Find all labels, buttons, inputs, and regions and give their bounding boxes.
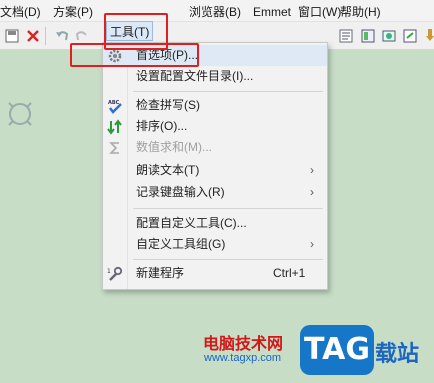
menu-item-label: 检查拼写(S) bbox=[136, 98, 200, 112]
menu-item-record-keyboard[interactable]: 记录键盘输入(R) › bbox=[103, 182, 327, 203]
submenu-arrow-icon: › bbox=[310, 163, 314, 177]
pin-icon[interactable] bbox=[422, 28, 434, 44]
menu-item-read-text[interactable]: 朗读文本(T) › bbox=[103, 160, 327, 181]
watermark-url: www.tagxp.com bbox=[204, 352, 282, 364]
menu-item-config-custom-tools[interactable]: 配置自定义工具(C)... bbox=[103, 213, 327, 234]
menu-item-label: 新建程序 bbox=[136, 266, 185, 280]
browser-icon[interactable] bbox=[381, 28, 397, 44]
menu-separator bbox=[133, 259, 323, 260]
redo-icon[interactable] bbox=[74, 28, 90, 44]
menu-item-label: 排序(O)... bbox=[136, 119, 188, 133]
menu-item-label: 数值求和(M)... bbox=[136, 140, 212, 154]
watermark-site-name: 电脑技术网 bbox=[203, 336, 284, 353]
menu-item-label: 朗读文本(T) bbox=[136, 163, 200, 177]
menu-item-label: 记录键盘输入(R) bbox=[136, 185, 225, 199]
menu-item-spellcheck[interactable]: ABC 检查拼写(S) bbox=[103, 95, 327, 116]
svg-text:1: 1 bbox=[107, 268, 111, 275]
menu-separator bbox=[133, 208, 323, 209]
tools-dropdown-menu: 首选项(P)... 设置配置文件目录(I)... ABC 检查拼写(S) 排序(… bbox=[102, 42, 328, 290]
menu-item-sort[interactable]: 排序(O)... bbox=[103, 116, 327, 137]
menu-window[interactable]: 窗口(W) bbox=[298, 4, 341, 20]
sum-icon bbox=[109, 142, 119, 154]
menu-item-label: 配置自定义工具(C)... bbox=[136, 216, 247, 230]
submenu-arrow-icon: › bbox=[310, 237, 314, 251]
watermark-logo-suffix: 载站 bbox=[375, 341, 420, 366]
toolbar-divider bbox=[45, 27, 46, 45]
spellcheck-icon: ABC bbox=[108, 100, 122, 114]
menu-item-config-directory[interactable]: 设置配置文件目录(I)... bbox=[103, 66, 327, 87]
crosshair-circle-icon bbox=[8, 102, 32, 126]
menu-item-label: 自定义工具组(G) bbox=[136, 237, 226, 251]
close-icon[interactable] bbox=[25, 28, 41, 44]
menu-help[interactable]: 帮助(H) bbox=[340, 4, 381, 20]
annotation-box-preferences bbox=[70, 43, 199, 67]
menu-item-new-program[interactable]: 1 新建程序 Ctrl+1 bbox=[103, 263, 327, 284]
menu-item-custom-tool-group[interactable]: 自定义工具组(G) › bbox=[103, 234, 327, 255]
submenu-arrow-icon: › bbox=[310, 185, 314, 199]
menu-scheme[interactable]: 方案(P) bbox=[53, 4, 93, 20]
tag-logo: TAG bbox=[300, 325, 374, 375]
sort-icon bbox=[107, 119, 122, 135]
menu-item-shortcut: Ctrl+1 bbox=[273, 266, 306, 280]
save-icon[interactable] bbox=[4, 28, 20, 44]
undo-icon[interactable] bbox=[54, 28, 70, 44]
window-icon[interactable] bbox=[402, 28, 418, 44]
menu-bar: 文档(D) 方案(P) 浏览器(B) Emmet 窗口(W) 帮助(H) bbox=[0, 0, 434, 22]
menu-emmet[interactable]: Emmet bbox=[253, 4, 291, 20]
wrench-icon: 1 bbox=[107, 266, 123, 281]
menu-item-label: 设置配置文件目录(I)... bbox=[136, 69, 254, 83]
menu-separator bbox=[133, 91, 323, 92]
menu-browser[interactable]: 浏览器(B) bbox=[189, 4, 241, 20]
document-icon[interactable] bbox=[338, 28, 354, 44]
svg-text:ABC: ABC bbox=[108, 100, 120, 106]
menu-item-sum: 数值求和(M)... bbox=[103, 137, 327, 158]
menu-document[interactable]: 文档(D) bbox=[0, 4, 41, 20]
panel-icon[interactable] bbox=[360, 28, 376, 44]
